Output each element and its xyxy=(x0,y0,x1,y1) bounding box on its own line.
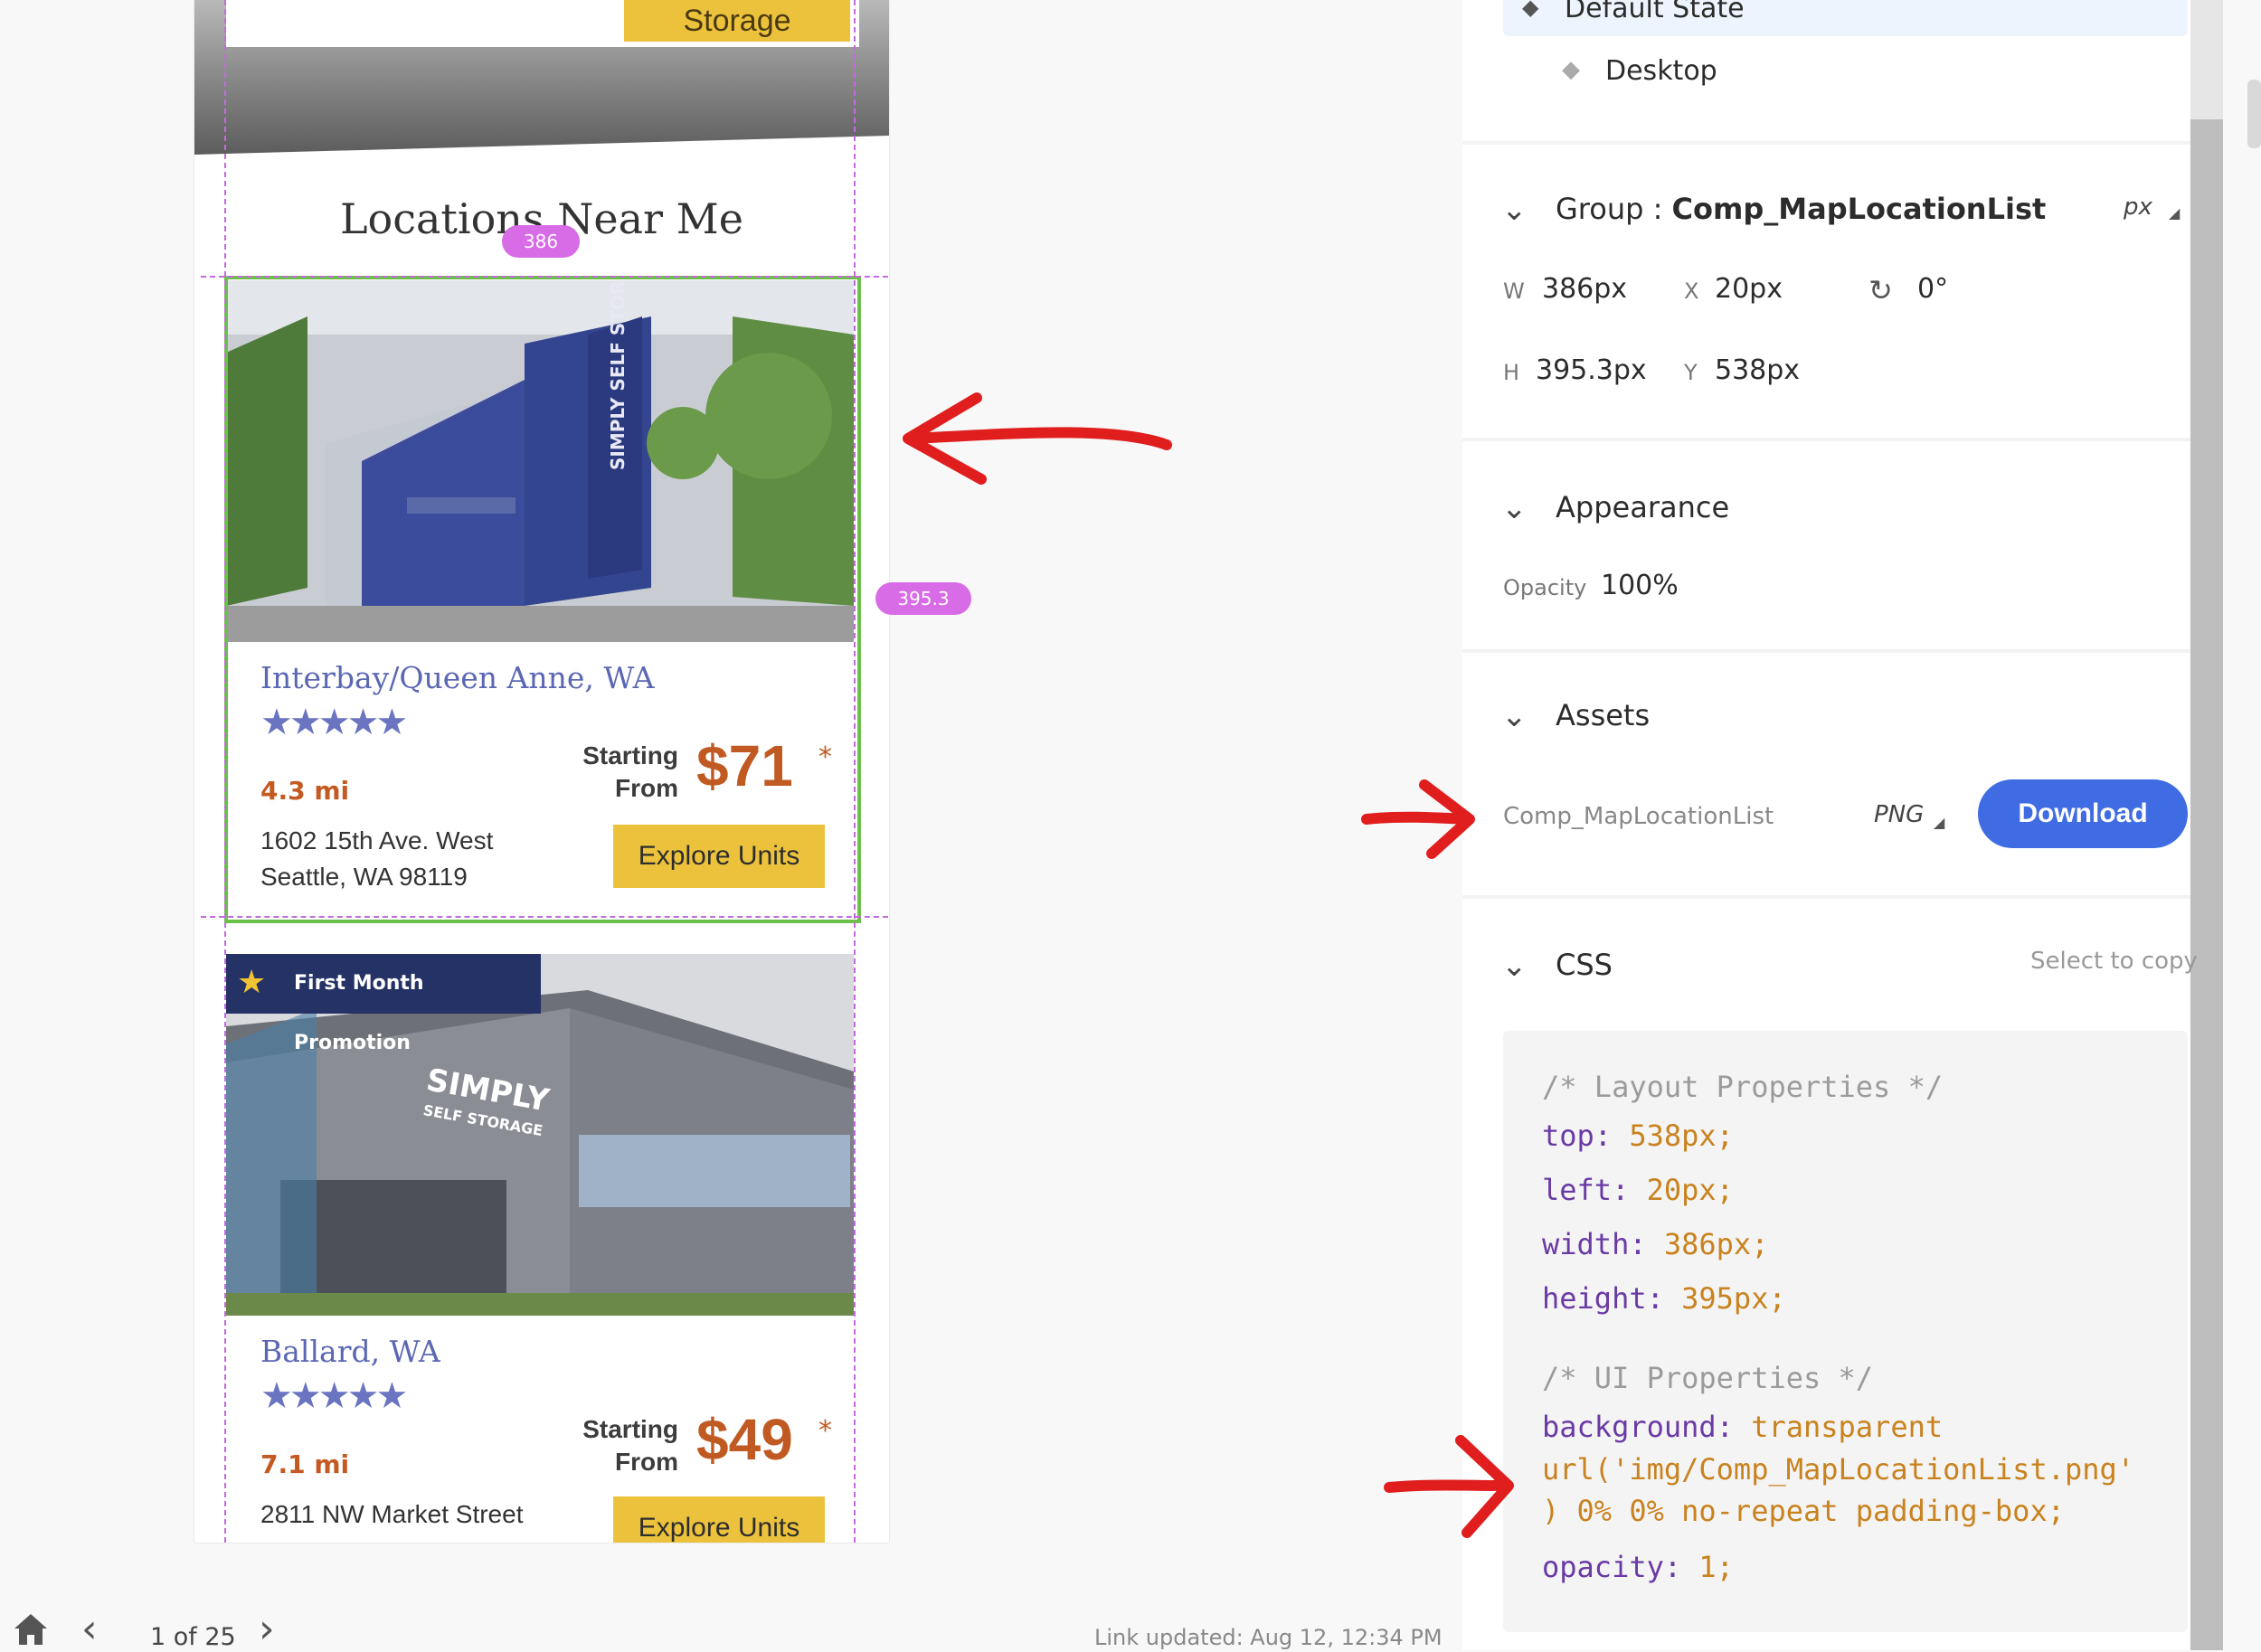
css-line-top: top: 538px; xyxy=(1542,1119,1734,1153)
chevron-down-icon[interactable]: ⌄ xyxy=(1501,948,1528,984)
state-desktop-label[interactable]: Desktop xyxy=(1605,55,1717,87)
rotation-value: 0° xyxy=(1917,273,1949,305)
height-measure-badge: 395.3 xyxy=(875,582,971,615)
css-val: transparent xyxy=(1751,1410,1944,1444)
group-prefix: Group : xyxy=(1556,192,1672,226)
css-val: 1; xyxy=(1698,1550,1734,1584)
opacity-value: 100% xyxy=(1601,570,1679,601)
location-name[interactable]: Ballard, WA xyxy=(260,1334,440,1369)
rotation-icon: ↻ xyxy=(1868,273,1893,307)
css-prop: left: xyxy=(1542,1173,1630,1207)
section-divider xyxy=(1462,141,2190,145)
css-title[interactable]: CSS xyxy=(1556,948,1613,982)
css-ui-comment: /* UI Properties */ xyxy=(1542,1361,1874,1395)
price: $49 xyxy=(696,1407,793,1472)
previous-page-icon[interactable]: ‹ xyxy=(81,1606,98,1652)
css-prop: width: xyxy=(1542,1227,1647,1261)
window-scrollbar-thumb[interactable] xyxy=(2247,80,2261,148)
css-val: 386px; xyxy=(1663,1227,1769,1261)
promotion-text: First Month Promotion xyxy=(294,972,424,1054)
page-counter: 1 of 25 xyxy=(150,1623,236,1651)
css-line-background: background: transparent xyxy=(1542,1410,1943,1444)
select-to-copy-hint: Select to copy xyxy=(2030,948,2198,975)
css-val: 538px; xyxy=(1629,1119,1734,1153)
css-prop: height: xyxy=(1542,1281,1664,1316)
width-value: 386px xyxy=(1542,273,1628,305)
home-icon[interactable] xyxy=(13,1612,49,1647)
height-value: 395.3px xyxy=(1536,354,1647,386)
download-button[interactable]: Download xyxy=(1978,779,2188,848)
section-divider xyxy=(1462,895,2190,899)
rating-stars: ★★★★★ xyxy=(260,1375,408,1417)
annotation-arrow-icon xyxy=(1361,779,1475,859)
css-layout-comment: /* Layout Properties */ xyxy=(1542,1070,1944,1104)
link-updated-status: Link updated: Aug 12, 12:34 PM xyxy=(1094,1625,1443,1650)
x-label: X xyxy=(1684,278,1699,304)
group-title: Group : Comp_MapLocationList xyxy=(1556,192,2046,226)
css-line-background-2: url('img/Comp_MapLocationList.png' xyxy=(1542,1452,2135,1487)
css-val: 20px; xyxy=(1646,1173,1734,1207)
dropdown-triangle-icon[interactable]: ◢ xyxy=(1934,814,1944,831)
annotation-arrow-icon xyxy=(903,392,1172,485)
css-prop: opacity: xyxy=(1542,1550,1682,1584)
css-line-left: left: 20px; xyxy=(1542,1173,1734,1207)
width-measure-badge: 386 xyxy=(502,225,580,258)
css-val: 395px; xyxy=(1681,1281,1786,1316)
state-default-label[interactable]: Default State xyxy=(1565,0,1745,24)
chevron-down-icon[interactable]: ⌄ xyxy=(1501,192,1528,228)
address-line-1: 2811 NW Market Street xyxy=(260,1500,524,1528)
css-line-opacity: opacity: 1; xyxy=(1542,1550,1734,1584)
next-page-icon[interactable]: › xyxy=(259,1606,275,1652)
price-asterisk: * xyxy=(818,1415,832,1447)
css-line-height: height: 395px; xyxy=(1542,1281,1786,1316)
from-word: From xyxy=(615,1448,678,1476)
width-label: W xyxy=(1503,278,1525,304)
guide-line-bottom xyxy=(201,916,888,918)
location-card[interactable]: SIMPLY SELF STORAGE ★ First Month Promot… xyxy=(226,954,854,1543)
css-prop: top: xyxy=(1542,1119,1613,1153)
asset-name[interactable]: Comp_MapLocationList xyxy=(1503,803,1774,830)
state-diamond-icon: ◆ xyxy=(1562,56,1580,83)
selection-outline xyxy=(224,276,861,923)
explore-units-button[interactable]: Explore Units xyxy=(613,1496,825,1543)
group-name: Comp_MapLocationList xyxy=(1671,192,2047,226)
y-label: Y xyxy=(1684,360,1698,385)
find-storage-button[interactable]: Storage xyxy=(624,0,850,42)
starting-label: Starting From xyxy=(543,1413,678,1478)
chevron-down-icon[interactable]: ⌄ xyxy=(1501,490,1528,526)
star-icon: ★ xyxy=(237,964,267,1001)
height-label: H xyxy=(1503,360,1520,385)
guide-line-top xyxy=(201,276,888,278)
section-divider xyxy=(1462,438,2190,441)
starting-word: Starting xyxy=(582,1415,678,1443)
css-prop: background: xyxy=(1542,1410,1734,1444)
x-value: 20px xyxy=(1715,273,1783,305)
section-divider xyxy=(1462,649,2190,653)
y-value: 538px xyxy=(1715,354,1801,386)
appearance-title[interactable]: Appearance xyxy=(1556,490,1729,524)
address: 2811 NW Market Street xyxy=(260,1496,523,1533)
css-line-background-3: ) 0% 0% no-repeat padding-box; xyxy=(1542,1494,2065,1528)
guide-line-left xyxy=(224,0,226,1543)
format-selector[interactable]: PNG xyxy=(1874,801,1924,828)
unit-selector[interactable]: px xyxy=(2124,194,2152,221)
distance: 7.1 mi xyxy=(260,1449,350,1479)
guide-line-right xyxy=(854,0,856,1543)
dropdown-triangle-icon[interactable]: ◢ xyxy=(2169,204,2180,222)
chevron-down-icon[interactable]: ⌄ xyxy=(1501,698,1528,734)
panel-scrollbar-thumb[interactable] xyxy=(2190,119,2223,1650)
annotation-arrow-icon xyxy=(1384,1435,1514,1538)
state-diamond-icon: ◆ xyxy=(1522,0,1539,20)
opacity-label: Opacity xyxy=(1503,575,1587,600)
css-line-width: width: 386px; xyxy=(1542,1227,1768,1261)
promotion-badge: ★ First Month Promotion xyxy=(226,954,541,1054)
assets-title[interactable]: Assets xyxy=(1556,698,1650,732)
